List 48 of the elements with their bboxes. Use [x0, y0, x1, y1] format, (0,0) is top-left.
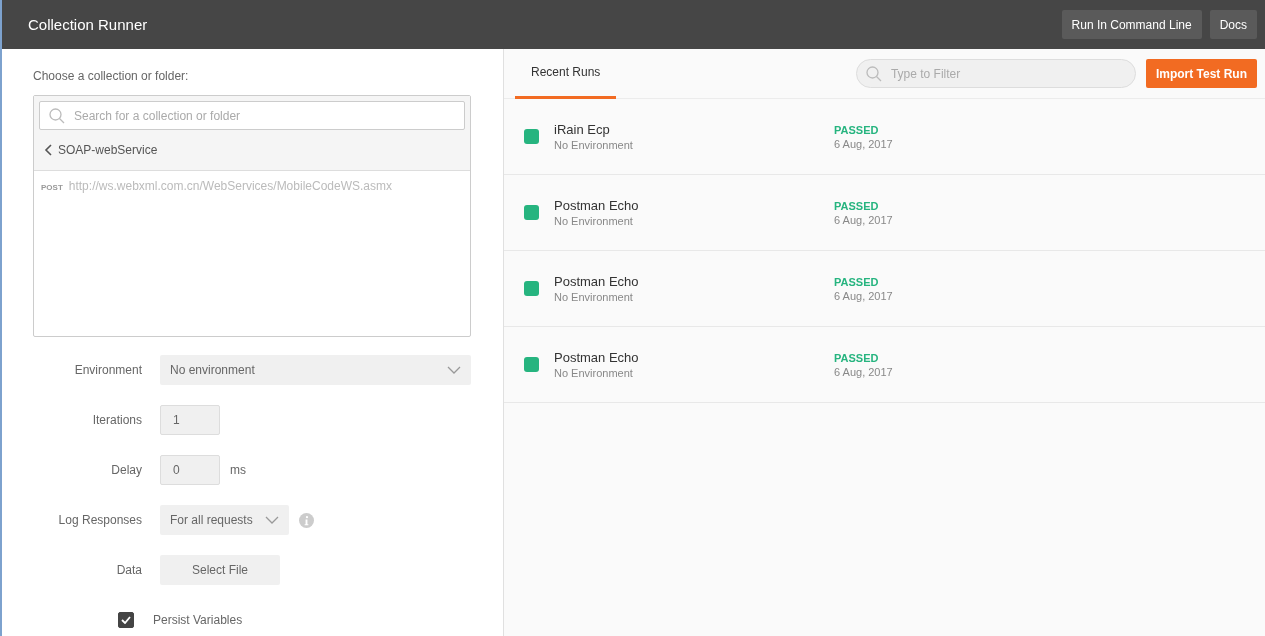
chooser-label: Choose a collection or folder: [33, 69, 190, 83]
chevron-down-icon [447, 366, 461, 374]
chevron-down-icon [265, 516, 279, 524]
run-date: 6 Aug, 2017 [834, 137, 894, 150]
checkbox[interactable] [118, 612, 134, 628]
run-status: PASSED [834, 275, 880, 288]
run-row[interactable]: Postman Echo No Environment PASSED 6 Aug, 2017 [504, 251, 1265, 327]
run-date: 6 Aug, 2017 [834, 213, 894, 226]
header-button[interactable]: Docs [1209, 10, 1257, 39]
field-label: Data [115, 563, 142, 577]
field-label: Log Responses [57, 513, 142, 527]
run-name: Postman Echo [554, 350, 640, 365]
run-name: Postman Echo [554, 274, 640, 289]
run-environment: No Environment [554, 291, 634, 303]
dropdown[interactable]: No environment [160, 355, 471, 385]
field-label: Iterations [91, 413, 142, 427]
number-field[interactable]: 0 [160, 455, 220, 485]
checkbox-label: Persist Variables [153, 613, 243, 627]
tab[interactable]: Recent Runs [515, 48, 617, 99]
run-name: iRain Ecp [554, 122, 611, 137]
search-icon [865, 66, 882, 82]
request-method: POST [41, 183, 63, 192]
select-file-button[interactable]: Select File [160, 555, 280, 585]
run-environment: No Environment [554, 215, 634, 227]
run-environment: No Environment [554, 139, 634, 151]
run-status: PASSED [834, 123, 880, 136]
run-environment: No Environment [554, 367, 634, 379]
field-label: Delay [110, 463, 142, 477]
unit-label: ms [230, 463, 246, 477]
run-row[interactable]: Postman Echo No Environment PASSED 6 Aug, 2017 [504, 175, 1265, 251]
header-button[interactable]: Run In Command Line [1061, 10, 1202, 39]
run-name: Postman Echo [554, 198, 640, 213]
filter-field[interactable]: Type to Filter [855, 59, 1136, 88]
number-field[interactable]: 1 [160, 405, 220, 435]
run-status: PASSED [834, 351, 880, 364]
check-icon [121, 616, 131, 624]
window-title: Collection Runner [28, 16, 149, 33]
field-label: Environment [73, 363, 142, 377]
run-status: PASSED [834, 199, 880, 212]
dropdown[interactable]: For all requests [160, 505, 289, 535]
run-row[interactable]: iRain Ecp No Environment PASSED 6 Aug, 2017 [504, 99, 1265, 175]
run-date: 6 Aug, 2017 [834, 289, 894, 302]
back-folder-link[interactable]: SOAP-webService [39, 130, 163, 170]
run-date: 6 Aug, 2017 [834, 365, 894, 378]
run-row[interactable]: Postman Echo No Environment PASSED 6 Aug, 2017 [504, 327, 1265, 403]
chevron-left-icon [44, 144, 52, 156]
search-field[interactable]: Search for a collection or folder [39, 101, 465, 130]
search-icon [49, 108, 65, 124]
